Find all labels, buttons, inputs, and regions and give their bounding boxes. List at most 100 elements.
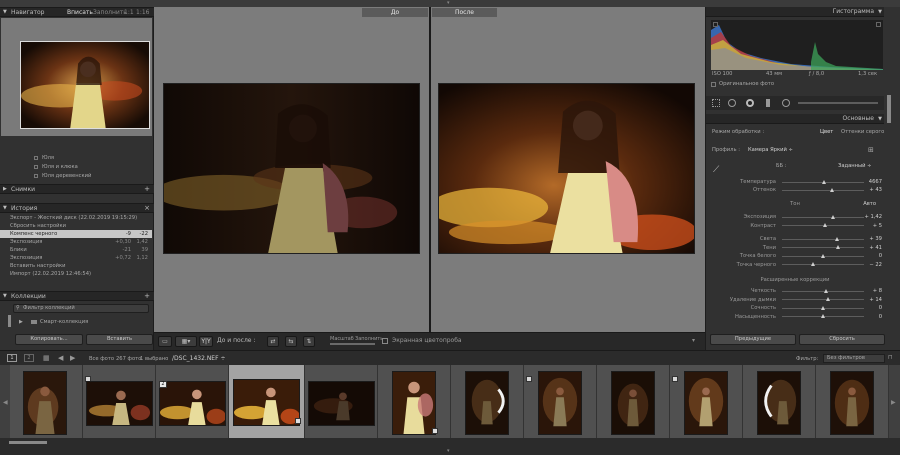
filter-lock-icon[interactable]: ⊓ — [888, 354, 893, 361]
history-item[interactable]: Экспозиция +0,30 1,42 — [0, 238, 152, 246]
back-arrow-icon[interactable]: ◀ — [58, 354, 63, 362]
toolbar-menu-arrow-icon[interactable]: ▾ — [692, 337, 695, 344]
slider-value[interactable]: + 5 — [860, 222, 882, 230]
after-image[interactable] — [438, 83, 695, 254]
slider-value[interactable]: + 8 — [860, 287, 882, 295]
filmstrip-thumbnail[interactable] — [743, 365, 816, 438]
collection-item[interactable]: Юля деревенский — [0, 172, 152, 180]
bottom-arrow-icon[interactable]: ▾ — [447, 448, 450, 454]
profile-browser-icon[interactable]: ⊞ — [868, 146, 874, 154]
slider-track[interactable] — [782, 253, 864, 258]
slider-row[interactable]: Температура 4667 — [706, 178, 884, 186]
slider-value[interactable]: 0 — [860, 304, 882, 312]
shadow-clipping-icon[interactable] — [713, 22, 718, 27]
filmstrip-scroll-track[interactable] — [0, 438, 900, 448]
slider-knob-icon[interactable] — [811, 262, 816, 266]
collection-item[interactable]: Юля — [0, 154, 152, 162]
clear-history-icon[interactable]: × — [144, 204, 150, 213]
swap-before-after-button[interactable]: ⇅ — [303, 336, 315, 347]
collections-filter-input[interactable]: ⚲ Фильтр коллекций — [13, 304, 149, 313]
slider-row[interactable]: Экспозиция + 1,42 — [706, 213, 884, 221]
add-snapshot-icon[interactable]: + — [144, 185, 150, 194]
slider-knob-icon[interactable] — [826, 297, 831, 301]
soft-proof-checkbox[interactable] — [382, 338, 388, 344]
slider-value[interactable]: + 14 — [860, 296, 882, 304]
slider-track[interactable] — [782, 223, 864, 227]
slider-row[interactable]: Точка черного − 22 — [706, 261, 884, 269]
bottom-panel-toggle-bar[interactable]: ▾ — [0, 448, 900, 455]
slider-value[interactable]: + 39 — [860, 235, 882, 243]
filmstrip-thumbnail-selected[interactable] — [229, 365, 305, 438]
graduated-filter-icon[interactable] — [766, 99, 770, 107]
original-photo-checkbox[interactable] — [711, 82, 716, 87]
filmstrip-right-arrow-icon[interactable]: ▶ — [891, 399, 896, 406]
slider-track[interactable] — [782, 214, 864, 219]
slider-row[interactable]: Точка белого 0 — [706, 252, 884, 260]
red-eye-icon[interactable] — [746, 99, 754, 107]
slider-row[interactable]: Насыщенность 0 — [706, 313, 884, 321]
top-arrow-icon[interactable]: ▾ — [447, 0, 450, 6]
display-2-button[interactable]: 2 — [24, 354, 34, 362]
collections-header[interactable]: ▼ Коллекции + — [0, 291, 154, 301]
filter-dropdown[interactable]: Без фильтров — [823, 354, 885, 363]
slider-track[interactable] — [782, 262, 864, 266]
snapshots-header[interactable]: ▶ Снимки + — [0, 184, 154, 194]
left-panel-scrollbar[interactable] — [8, 315, 11, 327]
slider-knob-icon[interactable] — [820, 305, 825, 310]
top-panel-toggle-bar[interactable]: ▾ — [0, 0, 900, 7]
slider-knob-icon[interactable] — [823, 288, 828, 293]
slider-value[interactable]: − 22 — [860, 261, 882, 269]
add-collection-icon[interactable]: + — [144, 292, 150, 301]
history-item[interactable]: Экспорт - Жесткий диск (22.02.2019 19:15… — [0, 214, 152, 222]
grid-view-button[interactable]: ▦▾ — [175, 336, 197, 347]
slider-knob-icon[interactable] — [835, 236, 840, 241]
slider-value[interactable]: 4667 — [860, 178, 882, 186]
copy-after-to-before-button[interactable]: ⇆ — [285, 336, 297, 347]
slider-value[interactable]: + 1,42 — [860, 213, 882, 221]
navigator-header[interactable]: ▼ Навигатор Вписать Заполнить 1:1 1:16 ÷ — [0, 7, 154, 25]
treatment-color-option[interactable]: Цвет — [820, 129, 833, 135]
slider-track[interactable] — [782, 288, 864, 293]
filmstrip-thumbnail[interactable] — [378, 365, 451, 438]
navigator-preview-area[interactable] — [1, 18, 152, 136]
reset-settings-button[interactable]: Сбросить — [799, 334, 885, 345]
histogram-header[interactable]: Гистограмма ▼ — [706, 7, 884, 17]
right-panel-scrollbar[interactable] — [887, 95, 891, 123]
slider-knob-icon[interactable] — [820, 253, 825, 258]
zoom-1-1-option[interactable]: 1:1 — [124, 8, 134, 17]
brush-slider[interactable] — [798, 102, 878, 104]
smart-collection-item[interactable]: ▶ Смарт-коллекция — [0, 318, 152, 326]
filmstrip-thumbnail[interactable] — [305, 365, 378, 438]
slider-knob-icon[interactable] — [822, 223, 827, 227]
slider-value[interactable]: + 41 — [860, 244, 882, 252]
history-item[interactable]: Сбросить настройки — [0, 222, 152, 230]
slider-row[interactable]: Света + 39 — [706, 235, 884, 243]
slider-knob-icon[interactable] — [822, 179, 827, 184]
copy-settings-button[interactable]: Копировать... — [15, 334, 83, 345]
before-image[interactable] — [163, 83, 420, 254]
slider-track[interactable] — [782, 297, 864, 301]
slider-track[interactable] — [782, 305, 864, 310]
radial-filter-icon[interactable] — [782, 99, 790, 107]
slider-knob-icon[interactable] — [830, 187, 835, 192]
slider-row[interactable]: Четкость + 8 — [706, 287, 884, 295]
zoom-slider[interactable] — [330, 343, 375, 345]
basic-header[interactable]: Основные ▼ — [706, 114, 884, 124]
slider-track[interactable] — [782, 245, 864, 249]
slider-track[interactable] — [782, 314, 864, 318]
forward-arrow-icon[interactable]: ▶ — [70, 354, 75, 362]
histogram-graph[interactable] — [711, 20, 883, 70]
slider-row[interactable]: Сочность 0 — [706, 304, 884, 312]
zoom-fill-option[interactable]: Заполнить — [93, 8, 127, 17]
history-item-selected[interactable]: Компенс черного -9 -22 — [0, 230, 152, 238]
slider-knob-icon[interactable] — [820, 314, 825, 318]
checkbox-icon[interactable] — [34, 165, 38, 169]
tone-auto-button[interactable]: Авто — [863, 201, 876, 207]
wb-dropdown[interactable]: Заданный ÷ — [838, 163, 872, 169]
filmstrip-left-arrow-icon[interactable]: ◀ — [3, 399, 8, 406]
slider-row[interactable]: Контраст + 5 — [706, 222, 884, 230]
history-header[interactable]: ▼ История × — [0, 203, 154, 213]
slider-row[interactable]: Оттенок + 43 — [706, 186, 884, 194]
white-balance-picker-icon[interactable]: ⟋ — [713, 165, 719, 175]
filmstrip-scroll-thumb[interactable] — [9, 441, 47, 444]
